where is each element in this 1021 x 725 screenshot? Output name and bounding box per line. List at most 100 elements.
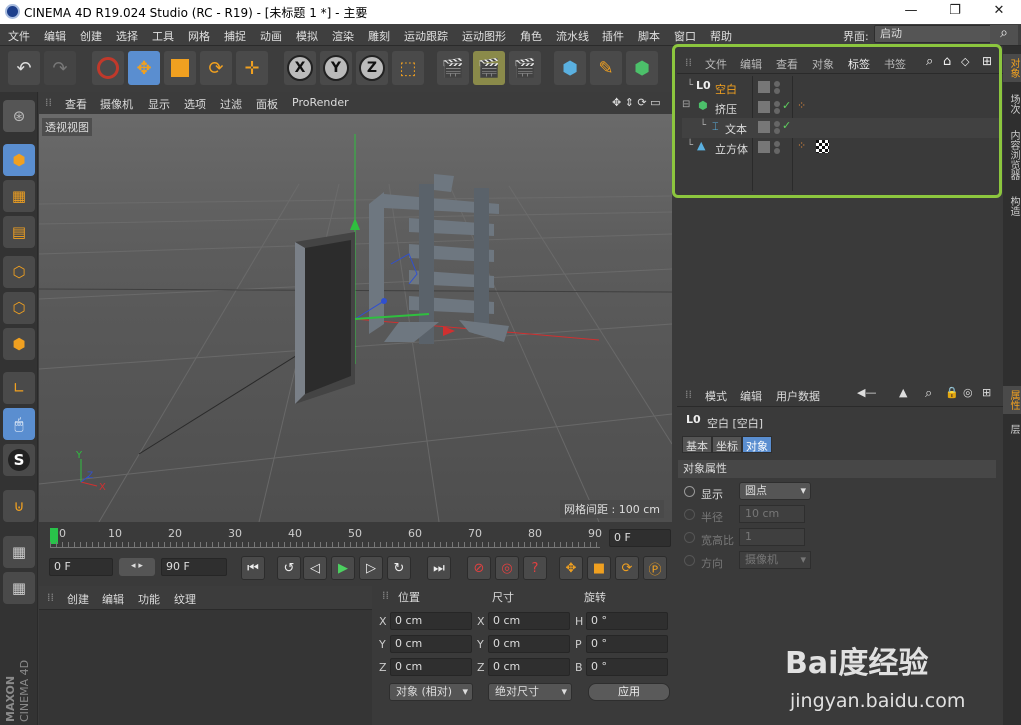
menu-window[interactable]: 窗口 <box>674 28 696 44</box>
prev-frame-icon[interactable]: ◁ <box>303 556 327 580</box>
attribute-menu-edit[interactable]: 编辑 <box>740 388 762 404</box>
render-view-icon[interactable]: 🎬 <box>437 51 469 85</box>
orientation-radio[interactable] <box>684 555 695 566</box>
key-rotation-icon[interactable]: ⟳ <box>615 556 639 580</box>
model-mode-icon[interactable]: ⬢ <box>3 144 35 176</box>
section-header[interactable]: 对象属性 <box>678 460 996 478</box>
menu-select[interactable]: 选择 <box>116 28 138 44</box>
up-arrow-icon[interactable]: ▲ <box>899 386 907 399</box>
interface-select[interactable]: 启动▾ <box>874 25 1002 43</box>
render-settings-icon[interactable]: 🎬 <box>509 51 541 85</box>
viewport-menu-display[interactable]: 显示 <box>148 96 170 112</box>
viewport-nav-icons[interactable]: ✥ ⇕ ⟳ ▭ <box>612 96 661 109</box>
make-editable-icon[interactable]: ⊛ <box>3 100 35 132</box>
apply-button[interactable]: 应用 <box>588 683 670 701</box>
keyframe-selection-icon[interactable]: ? <box>523 556 547 580</box>
size-y-field[interactable]: 0 cm <box>488 635 570 653</box>
size-mode-select[interactable]: 绝对尺寸 ▾ <box>488 683 572 701</box>
pos-z-field[interactable]: 0 cm <box>390 658 472 676</box>
rot-p-field[interactable]: 0 ° <box>586 635 668 653</box>
tweak-mode-icon[interactable]: 🖱 <box>3 408 35 440</box>
viewport-menu-prorender[interactable]: ProRender <box>292 96 349 109</box>
viewport-menu-panel[interactable]: 面板 <box>256 96 278 112</box>
tab-coord[interactable]: 坐标 <box>712 436 742 453</box>
pen-spline-icon[interactable]: ✎ <box>590 51 622 85</box>
live-select-icon[interactable] <box>92 51 124 85</box>
target-icon[interactable]: ◎ <box>963 386 973 399</box>
record-keys-icon[interactable]: ⊘ <box>467 556 491 580</box>
axis-mode-icon[interactable]: ∟ <box>3 372 35 404</box>
polygons-mode-icon[interactable]: ⬢ <box>3 328 35 360</box>
x-axis-lock-icon[interactable]: X <box>284 51 316 85</box>
workplane-icon[interactable]: ▤ <box>3 216 35 248</box>
lock-workplane-icon[interactable]: ▦ <box>3 536 35 568</box>
radius-field[interactable]: 10 cm <box>739 505 805 523</box>
size-x-field[interactable]: 0 cm <box>488 612 570 630</box>
scale-icon[interactable] <box>164 51 196 85</box>
key-scale-icon[interactable]: ■ <box>587 556 611 580</box>
render-picture-viewer-icon[interactable]: 🎬 <box>473 51 505 85</box>
display-radio[interactable] <box>684 486 695 497</box>
tab-takes[interactable]: 场次 <box>1003 90 1021 118</box>
menu-script[interactable]: 脚本 <box>638 28 660 44</box>
size-z-field[interactable]: 0 cm <box>488 658 570 676</box>
edges-mode-icon[interactable]: ⬡ <box>3 292 35 324</box>
drag-handle-icon[interactable]: ⁞⁞ <box>45 96 52 109</box>
search-icon[interactable]: ⌕ <box>990 25 1018 45</box>
viewport-menu-view[interactable]: 查看 <box>65 96 87 112</box>
menu-animate[interactable]: 动画 <box>260 28 282 44</box>
drag-handle-icon[interactable]: ⁞⁞ <box>685 388 692 401</box>
tab-content-browser[interactable]: 内容浏览器 <box>1003 126 1021 184</box>
menu-mesh[interactable]: 网格 <box>188 28 210 44</box>
material-menu-edit[interactable]: 编辑 <box>102 591 124 607</box>
tab-attributes[interactable]: 属性 <box>1003 386 1021 414</box>
undo-icon[interactable]: ↶ <box>8 51 40 85</box>
menu-render[interactable]: 渲染 <box>332 28 354 44</box>
rotate-icon[interactable]: ⟳ <box>200 51 232 85</box>
coordinate-system-icon[interactable]: ⬚ <box>392 51 424 85</box>
perspective-viewport[interactable]: Y Z X <box>39 114 672 522</box>
coordinate-mode-select[interactable]: 对象 (相对) ▾ <box>389 683 473 701</box>
close-button[interactable]: ✕ <box>976 0 1021 24</box>
new-panel-icon[interactable]: ⊞ <box>982 386 991 399</box>
menu-help[interactable]: 帮助 <box>710 28 732 44</box>
attribute-menu-mode[interactable]: 模式 <box>705 388 727 404</box>
back-arrow-icon[interactable]: ◀— <box>857 386 876 399</box>
tab-structure[interactable]: 构造 <box>1003 192 1021 220</box>
move-icon[interactable]: ✥ <box>128 51 160 85</box>
cube-primitive-icon[interactable]: ⬢ <box>554 51 586 85</box>
rot-h-field[interactable]: 0 ° <box>586 612 668 630</box>
menu-create[interactable]: 创建 <box>80 28 102 44</box>
menu-sculpt[interactable]: 雕刻 <box>368 28 390 44</box>
orientation-select[interactable]: 摄像机 ▾ <box>739 551 811 569</box>
points-mode-icon[interactable]: ⬡ <box>3 256 35 288</box>
pos-y-field[interactable]: 0 cm <box>390 635 472 653</box>
start-frame-field[interactable]: 0 F <box>49 558 113 576</box>
menu-snap[interactable]: 捕捉 <box>224 28 246 44</box>
end-frame-field[interactable]: 90 F <box>161 558 227 576</box>
texture-mode-icon[interactable]: ▦ <box>3 180 35 212</box>
autokey-icon[interactable]: ◎ <box>495 556 519 580</box>
menu-simulate[interactable]: 模拟 <box>296 28 318 44</box>
timeline-ruler[interactable]: 0 10 20 30 40 50 60 70 80 90 0 F <box>39 523 672 551</box>
rot-b-field[interactable]: 0 ° <box>586 658 668 676</box>
display-select[interactable]: 圆点 ▾ <box>739 482 811 500</box>
pos-x-field[interactable]: 0 cm <box>390 612 472 630</box>
drag-handle-icon[interactable]: ⁞⁞ <box>382 589 389 602</box>
menu-tools[interactable]: 工具 <box>152 28 174 44</box>
maximize-button[interactable]: ❐ <box>932 0 978 24</box>
next-frame-icon[interactable]: ▷ <box>359 556 383 580</box>
menu-pipeline[interactable]: 流水线 <box>556 28 589 44</box>
last-tool-icon[interactable]: ✛ <box>236 51 268 85</box>
menu-character[interactable]: 角色 <box>520 28 542 44</box>
key-position-icon[interactable]: ✥ <box>559 556 583 580</box>
goto-start-icon[interactable]: ⏮ <box>241 556 265 580</box>
minimize-button[interactable]: — <box>888 0 934 24</box>
key-parameter-icon[interactable]: Ⓟ <box>643 556 667 580</box>
attribute-menu-userdata[interactable]: 用户数据 <box>776 388 820 404</box>
redo-icon[interactable]: ↷ <box>44 51 76 85</box>
lock-icon[interactable]: 🔒 <box>945 386 959 399</box>
viewport-menu-cameras[interactable]: 摄像机 <box>100 96 133 112</box>
radius-radio[interactable] <box>684 509 695 520</box>
subdivision-icon[interactable]: ⬢ <box>626 51 658 85</box>
